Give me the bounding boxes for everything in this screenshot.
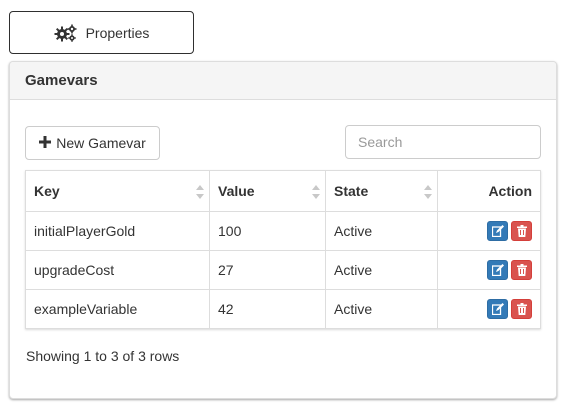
edit-icon (492, 303, 504, 315)
edit-icon (492, 225, 504, 237)
panel-heading: Gamevars (10, 62, 556, 100)
column-header-value[interactable]: Value (209, 170, 326, 212)
cell-action (437, 211, 541, 251)
trash-icon (517, 264, 527, 276)
table-header-row: Key Value State Action (25, 170, 541, 212)
column-label-state: State (334, 183, 369, 199)
delete-button[interactable] (511, 260, 532, 280)
trash-icon (517, 303, 527, 315)
edit-button[interactable] (487, 260, 508, 280)
cell-value: 100 (209, 211, 326, 251)
delete-button[interactable] (511, 221, 532, 241)
column-header-state[interactable]: State (325, 170, 438, 212)
gamevars-panel: Gamevars New Gamevar Key Value State (9, 61, 557, 399)
table-row: upgradeCost 27 Active (25, 250, 541, 290)
cell-state: Active (325, 289, 438, 329)
sort-icon (424, 185, 432, 199)
pagination-info: Showing 1 to 3 of 3 rows (26, 348, 180, 364)
column-label-action: Action (488, 183, 532, 199)
panel-title: Gamevars (25, 72, 98, 89)
trash-icon (517, 225, 527, 237)
sort-icon (312, 185, 320, 199)
gears-icon (54, 23, 78, 43)
properties-label: Properties (85, 24, 150, 41)
cell-key: upgradeCost (25, 250, 210, 290)
search-input[interactable] (345, 125, 541, 159)
table-row: exampleVariable 42 Active (25, 289, 541, 329)
column-header-action: Action (437, 170, 541, 212)
cell-key: initialPlayerGold (25, 211, 210, 251)
table-row: initialPlayerGold 100 Active (25, 211, 541, 251)
new-gamevar-button[interactable]: New Gamevar (25, 126, 160, 160)
cell-value: 27 (209, 250, 326, 290)
delete-button[interactable] (511, 299, 532, 319)
column-label-key: Key (34, 183, 60, 199)
cell-action (437, 250, 541, 290)
cell-state: Active (325, 211, 438, 251)
properties-button[interactable]: Properties (9, 11, 194, 54)
column-header-key[interactable]: Key (25, 170, 210, 212)
column-label-value: Value (218, 183, 255, 199)
sort-icon (196, 185, 204, 199)
edit-button[interactable] (487, 221, 508, 241)
plus-icon (39, 133, 52, 151)
edit-icon (492, 264, 504, 276)
cell-state: Active (325, 250, 438, 290)
gamevars-table: Key Value State Action initialPlayerGold (25, 170, 541, 329)
cell-key: exampleVariable (25, 289, 210, 329)
cell-value: 42 (209, 289, 326, 329)
cell-action (437, 289, 541, 329)
new-gamevar-label: New Gamevar (56, 135, 146, 151)
edit-button[interactable] (487, 299, 508, 319)
